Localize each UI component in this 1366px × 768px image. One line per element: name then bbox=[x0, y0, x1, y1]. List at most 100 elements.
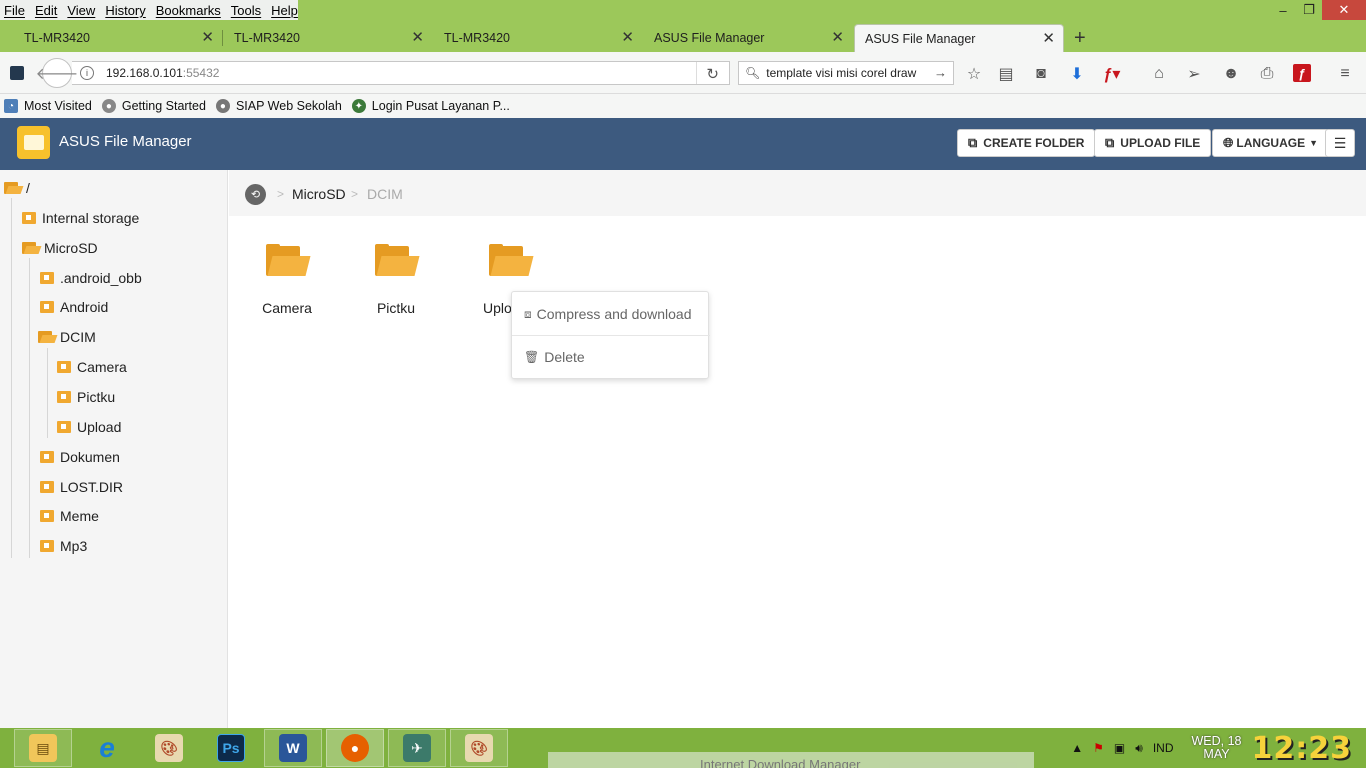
close-window-button[interactable]: ✕ bbox=[1322, 0, 1366, 20]
restore-button[interactable]: ❐ bbox=[1296, 0, 1322, 20]
taskbar-word[interactable]: W bbox=[264, 729, 322, 767]
navigation-toolbar: i 192.168.0.101 :55432 ↻ 🡐 🔍︎ → ☆ ▤ ◙ ⬇ … bbox=[0, 52, 1366, 94]
input-language[interactable]: IND bbox=[1153, 741, 1174, 755]
bookmark-login-pusat-layanan[interactable]: ✦ Login Pusat Layanan P... bbox=[351, 99, 510, 113]
tab-label: ASUS File Manager bbox=[865, 31, 976, 46]
compress-icon: ⧈ bbox=[524, 306, 532, 321]
flash-player-icon[interactable]: ƒ bbox=[1293, 64, 1311, 82]
reload-icon[interactable]: ↻ bbox=[706, 65, 719, 83]
taskbar-paint-2[interactable]: 🎨︎ bbox=[450, 729, 508, 767]
bookmark-siap-web-sekolah[interactable]: ● SIAP Web Sekolah bbox=[215, 99, 342, 113]
tree-item-internal-storage[interactable]: Internal storage bbox=[22, 208, 139, 228]
bookmark-most-visited[interactable]: ◔ Most Visited bbox=[4, 99, 92, 113]
menu-tools[interactable]: Tools bbox=[231, 3, 261, 18]
taskbar-paint[interactable]: 🎨︎ bbox=[140, 729, 198, 767]
search-input[interactable] bbox=[766, 66, 939, 80]
language-dropdown[interactable]: 🌐︎ LANGUAGE ▼ bbox=[1212, 129, 1329, 157]
addon-icon[interactable] bbox=[10, 66, 24, 80]
bookmark-getting-started[interactable]: ● Getting Started bbox=[101, 99, 206, 113]
tab-tl-mr3420-1[interactable]: TL-MR3420 ✕ bbox=[0, 24, 222, 52]
tree-item-meme[interactable]: Meme bbox=[40, 506, 99, 526]
date-display[interactable]: WED, 18 MAY bbox=[1191, 735, 1241, 761]
tab-label: TL-MR3420 bbox=[234, 31, 300, 45]
create-folder-button[interactable]: ⧉ CREATE FOLDER bbox=[957, 129, 1096, 157]
tree-item-dcim[interactable]: DCIM bbox=[38, 327, 96, 347]
taskbar-photoshop[interactable]: Ps bbox=[202, 729, 260, 767]
taskbar-file-explorer[interactable]: ▤ bbox=[14, 729, 72, 767]
tab-asus-file-manager-1[interactable]: ASUS File Manager ✕ bbox=[630, 24, 852, 52]
tree-label: Upload bbox=[77, 419, 122, 435]
url-bar[interactable]: i 192.168.0.101 :55432 ↻ bbox=[72, 61, 730, 85]
back-button[interactable]: 🡐 bbox=[36, 58, 78, 88]
tree-label: LOST.DIR bbox=[60, 479, 124, 495]
tree-item-upload[interactable]: Upload bbox=[57, 417, 121, 437]
menu-file[interactable]: File bbox=[4, 3, 25, 18]
taskbar-internet-explorer[interactable]: e bbox=[78, 729, 136, 767]
pocket-icon[interactable]: ◙ bbox=[1031, 64, 1051, 84]
compress-download-menu-item[interactable]: ⧈ Compress and download bbox=[524, 306, 692, 322]
tree-root[interactable]: / bbox=[4, 178, 30, 198]
tree-guide-line bbox=[11, 198, 12, 558]
reading-list-icon[interactable]: ▤ bbox=[996, 64, 1016, 84]
date-month: MAY bbox=[1203, 747, 1230, 761]
search-go-icon[interactable]: → bbox=[934, 65, 947, 80]
info-icon[interactable]: i bbox=[80, 66, 94, 80]
view-toggle-button[interactable]: ☰ bbox=[1325, 129, 1355, 157]
tab-tl-mr3420-2[interactable]: TL-MR3420 ✕ bbox=[210, 24, 432, 52]
breadcrumb-home-icon[interactable]: ⟲ bbox=[245, 184, 266, 205]
tab-tl-mr3420-3[interactable]: TL-MR3420 ✕ bbox=[420, 24, 642, 52]
satellite-icon: ✈ bbox=[403, 734, 431, 762]
tab-asus-file-manager-active[interactable]: ASUS File Manager ✕ bbox=[854, 24, 1064, 52]
breadcrumb-microsd[interactable]: MicroSD bbox=[292, 186, 346, 202]
app-title: ASUS File Manager bbox=[59, 133, 192, 150]
folder-open-icon bbox=[4, 182, 22, 194]
upload-file-label: UPLOAD FILE bbox=[1120, 136, 1201, 150]
network-icon[interactable]: ▣ bbox=[1114, 741, 1125, 755]
download-manager-popup[interactable]: Internet Download Manager bbox=[548, 752, 1034, 768]
menu-edit[interactable]: Edit bbox=[35, 3, 57, 18]
upload-file-button[interactable]: ⧉ UPLOAD FILE bbox=[1094, 129, 1212, 157]
chat-icon[interactable]: ☻ bbox=[1221, 64, 1241, 84]
menu-help[interactable]: Help bbox=[271, 3, 298, 18]
tree-item-android[interactable]: Android bbox=[40, 297, 108, 317]
folder-item-camera[interactable]: Camera bbox=[237, 244, 337, 316]
download-icon[interactable]: ⬇ bbox=[1067, 64, 1087, 84]
tree-item-pictku[interactable]: Pictku bbox=[57, 387, 115, 407]
delete-menu-item[interactable]: 🗑︎ Delete bbox=[524, 349, 585, 365]
folder-item-pictku[interactable]: Pictku bbox=[346, 244, 446, 316]
tree-item-microsd[interactable]: MicroSD bbox=[22, 238, 98, 258]
minimize-button[interactable]: – bbox=[1270, 0, 1296, 20]
tree-item-android-obb[interactable]: .android_obb bbox=[40, 268, 142, 288]
trash-icon: 🗑︎ bbox=[524, 350, 540, 364]
taskbar-satellite[interactable]: ✈ bbox=[388, 729, 446, 767]
new-tab-button[interactable]: + bbox=[1074, 28, 1086, 48]
tray-expand-icon[interactable]: ▲ bbox=[1071, 741, 1083, 755]
menu-bookmarks[interactable]: Bookmarks bbox=[156, 3, 221, 18]
search-bar[interactable]: 🔍︎ → bbox=[738, 61, 954, 85]
home-icon[interactable]: ⌂ bbox=[1149, 64, 1169, 84]
paint-palette-icon: 🎨︎ bbox=[155, 734, 183, 762]
bookmark-star-icon[interactable]: ☆ bbox=[964, 64, 984, 84]
tree-label: Internal storage bbox=[42, 210, 140, 226]
tab-close-icon[interactable]: ✕ bbox=[1042, 31, 1055, 47]
clock-time[interactable]: 12:23 bbox=[1252, 731, 1353, 766]
hamburger-menu-icon[interactable]: ≡ bbox=[1335, 64, 1355, 84]
tree-label: Camera bbox=[77, 359, 127, 375]
caret-down-icon: ▼ bbox=[1309, 138, 1318, 148]
volume-icon[interactable]: 🔊︎ bbox=[1135, 741, 1143, 756]
send-icon[interactable]: ➢ bbox=[1184, 64, 1204, 84]
tree-item-lost-dir[interactable]: LOST.DIR bbox=[40, 477, 123, 497]
flash-icon[interactable]: ƒ▾ bbox=[1102, 64, 1122, 84]
tree-item-camera[interactable]: Camera bbox=[57, 357, 127, 377]
printer-icon[interactable]: ⎙ bbox=[1257, 64, 1277, 84]
tree-item-mp3[interactable]: Mp3 bbox=[40, 536, 87, 556]
action-center-icon[interactable]: ⚑ bbox=[1093, 741, 1104, 755]
url-host: 192.168.0.101 bbox=[106, 66, 183, 80]
tab-label: ASUS File Manager bbox=[654, 31, 765, 45]
taskbar-firefox[interactable]: ● bbox=[326, 729, 384, 767]
menu-history[interactable]: History bbox=[105, 3, 145, 18]
tree-item-dokumen[interactable]: Dokumen bbox=[40, 447, 120, 467]
tree-label: .android_obb bbox=[60, 270, 142, 286]
tab-close-icon[interactable]: ✕ bbox=[831, 30, 844, 46]
menu-view[interactable]: View bbox=[67, 3, 95, 18]
